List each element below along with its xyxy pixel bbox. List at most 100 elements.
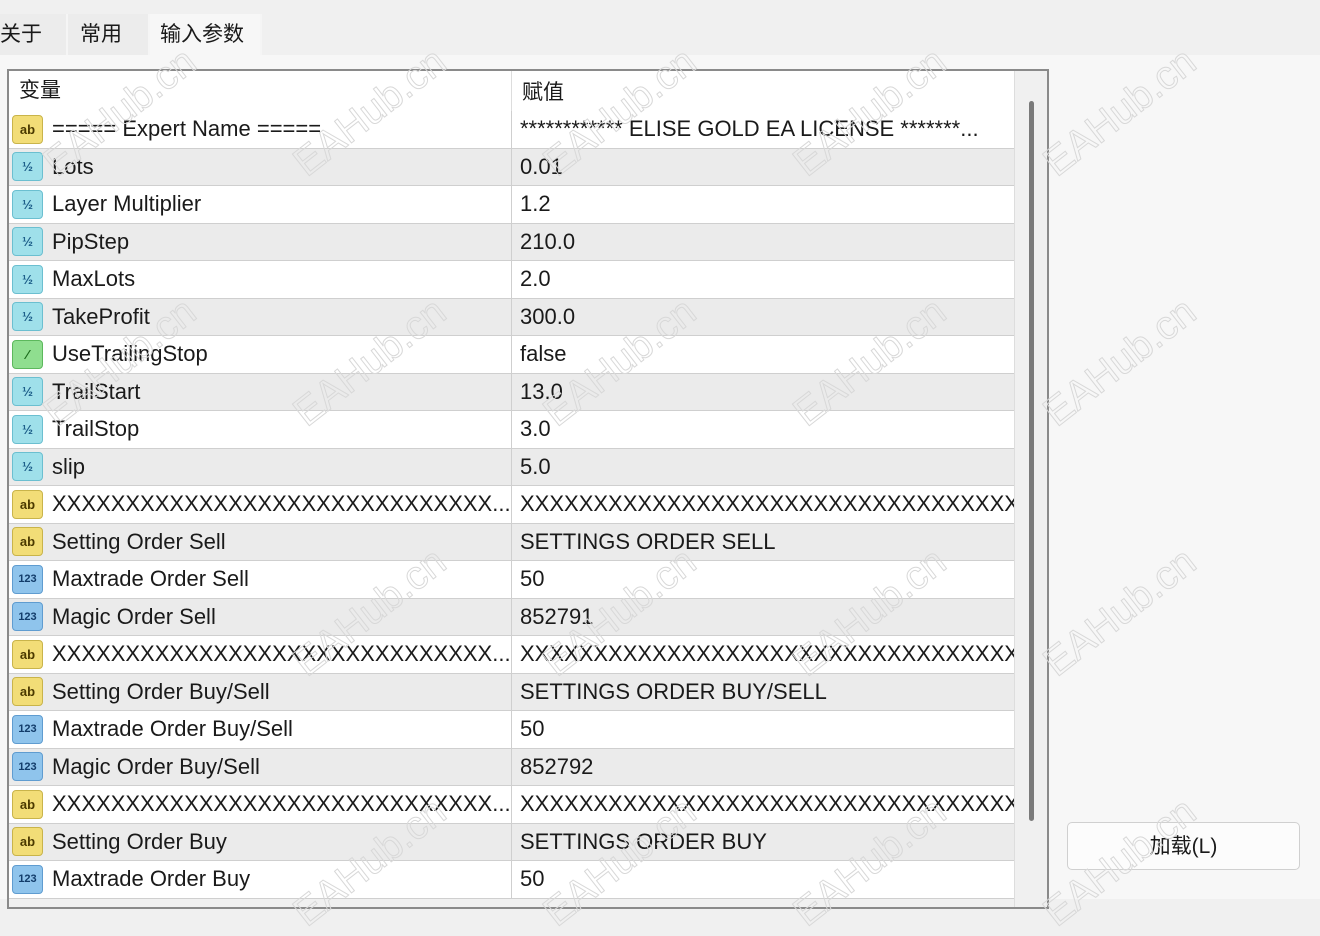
double-type-icon: ½ [12,377,43,407]
variable-cell[interactable]: ab Setting Order Sell [9,523,512,560]
variable-name: MaxLots [52,266,136,292]
value-cell[interactable]: 210.0 [512,224,1014,261]
variable-cell[interactable]: ab Setting Order Buy/Sell [9,673,512,710]
table-row[interactable]: ½ MaxLots 2.0 [9,261,1014,299]
value-cell[interactable]: ************ ELISE GOLD EA LICENSE *****… [512,111,1014,148]
variable-name: ===== Expert Name ===== [52,116,322,142]
value-cell[interactable]: 5.0 [512,449,1014,486]
table-row[interactable]: ab ===== Expert Name ===== ************ EL… [9,111,1014,149]
variable-cell[interactable]: ½ slip [9,448,512,485]
variable-name: TrailStop [52,416,140,442]
table-row[interactable]: ab XXXXXXXXXXXXXXXXXXXXXXXXXXXXXX... XXXXX… [9,786,1014,824]
variable-cell[interactable]: 123 Maxtrade Order Sell [9,561,512,598]
variable-name: Magic Order Buy/Sell [52,753,260,779]
table-row[interactable]: ½ TakeProfit 300.0 [9,298,1014,336]
variable-cell[interactable]: ½ TakeProfit [9,298,512,335]
tab-about[interactable]: 关于 [0,14,68,55]
table-row[interactable]: 123 Maxtrade Order Buy 50 [9,861,1014,899]
table-row[interactable]: 123 Magic Order Buy/Sell 852792 [9,748,1014,786]
double-type-icon: ½ [12,302,43,332]
value-cell[interactable]: 300.0 [512,299,1014,336]
integer-type-icon: 123 [12,864,43,894]
variable-cell[interactable]: ab XXXXXXXXXXXXXXXXXXXXXXXXXXXXXX... [9,786,512,823]
value-cell[interactable]: SETTINGS ORDER SELL [512,524,1014,561]
value-cell[interactable]: XXXXXXXXXXXXXXXXXXXXXXXXXXXXXXXXXX [512,786,1014,823]
double-type-icon: ½ [12,452,43,482]
value-cell[interactable]: 50 [512,561,1014,598]
value-cell[interactable]: 50 [512,861,1014,898]
variable-name: slip [52,453,86,479]
string-type-icon: ab [12,789,43,819]
variable-name: Lots [52,153,94,179]
table-row[interactable]: ½ slip 5.0 [9,448,1014,486]
value-cell[interactable]: XXXXXXXXXXXXXXXXXXXXXXXXXXXXXXXXXX [512,486,1014,523]
string-type-icon: ab [12,827,43,857]
value-cell[interactable]: 50 [512,711,1014,748]
parameters-table: 变量 赋值 ab ===== Expert Name ===== *********… [7,69,1049,909]
value-cell[interactable]: XXXXXXXXXXXXXXXXXXXXXXXXXXXXXXXXXX [512,636,1014,673]
variable-name: TakeProfit [52,303,150,329]
tab-bar: 关于 常用 输入参数 [0,14,262,55]
table-row[interactable]: ½ TrailStop 3.0 [9,411,1014,449]
value-cell[interactable]: 852791 [512,599,1014,636]
variable-cell[interactable]: ½ TrailStop [9,411,512,448]
variable-name: TrailStart [52,378,141,404]
variable-cell[interactable]: 123 Magic Order Sell [9,598,512,635]
column-header-value[interactable]: 赋值 [512,71,564,111]
table-row[interactable]: 123 Magic Order Sell 852791 [9,598,1014,636]
double-type-icon: ½ [12,227,43,257]
table-row[interactable]: 123 Maxtrade Order Sell 50 [9,561,1014,599]
table-row[interactable]: ½ Layer Multiplier 1.2 [9,186,1014,224]
table-row[interactable]: ab Setting Order Buy/Sell SETTINGS ORDER B… [9,673,1014,711]
table-row[interactable]: ½ Lots 0.01 [9,148,1014,186]
variable-name: Maxtrade Order Sell [52,566,249,592]
variable-name: XXXXXXXXXXXXXXXXXXXXXXXXXXXXXX... [52,791,511,817]
variable-cell[interactable]: ab XXXXXXXXXXXXXXXXXXXXXXXXXXXXXX... [9,486,512,523]
table-body: ab ===== Expert Name ===== ************ EL… [9,111,1014,899]
variable-cell[interactable]: 123 Maxtrade Order Buy [9,861,512,898]
load-button[interactable]: 加载(L) [1067,822,1300,870]
table-row[interactable]: ⁄ UseTrailingStop false [9,336,1014,374]
value-cell[interactable]: false [512,336,1014,373]
variable-cell[interactable]: ⁄ UseTrailingStop [9,336,512,373]
variable-cell[interactable]: 123 Maxtrade Order Buy/Sell [9,711,512,748]
table-row[interactable]: 123 Maxtrade Order Buy/Sell 50 [9,711,1014,749]
value-cell[interactable]: 0.01 [512,149,1014,186]
variable-cell[interactable]: ab XXXXXXXXXXXXXXXXXXXXXXXXXXXXXX... [9,636,512,673]
variable-cell[interactable]: ½ Lots [9,148,512,185]
variable-cell[interactable]: ½ Layer Multiplier [9,186,512,223]
integer-type-icon: 123 [12,752,43,782]
table-row[interactable]: ab Setting Order Buy SETTINGS ORDER BUY [9,823,1014,861]
value-cell[interactable]: 1.2 [512,186,1014,223]
string-type-icon: ab [12,489,43,519]
tab-inputs[interactable]: 输入参数 [150,14,262,55]
variable-cell[interactable]: ½ PipStep [9,223,512,260]
string-type-icon: ab [12,677,43,707]
variable-name: XXXXXXXXXXXXXXXXXXXXXXXXXXXXXX... [52,641,511,667]
tab-common[interactable]: 常用 [68,14,150,55]
table-row[interactable]: ½ TrailStart 13.0 [9,373,1014,411]
variable-cell[interactable]: ab ===== Expert Name ===== [9,111,512,148]
double-type-icon: ½ [12,152,43,182]
variable-cell[interactable]: ½ TrailStart [9,373,512,410]
column-header-variable[interactable]: 变量 [9,71,512,111]
table-row[interactable]: ab Setting Order Sell SETTINGS ORDER SELL [9,523,1014,561]
variable-name: Layer Multiplier [52,191,202,217]
variable-cell[interactable]: ab Setting Order Buy [9,823,512,860]
table-row[interactable]: ½ PipStep 210.0 [9,223,1014,261]
variable-cell[interactable]: ½ MaxLots [9,261,512,298]
integer-type-icon: 123 [12,714,43,744]
table-row[interactable]: ab XXXXXXXXXXXXXXXXXXXXXXXXXXXXXX... XXXXX… [9,636,1014,674]
value-cell[interactable]: 852792 [512,749,1014,786]
value-cell[interactable]: 2.0 [512,261,1014,298]
string-type-icon: ab [12,639,43,669]
value-cell[interactable]: 3.0 [512,411,1014,448]
variable-name: Setting Order Sell [52,528,226,554]
value-cell[interactable]: SETTINGS ORDER BUY/SELL [512,674,1014,711]
scrollbar-thumb[interactable] [1029,101,1034,821]
variable-cell[interactable]: 123 Magic Order Buy/Sell [9,748,512,785]
vertical-scrollbar[interactable] [1014,71,1047,907]
table-row[interactable]: ab XXXXXXXXXXXXXXXXXXXXXXXXXXXXXX... XXXXX… [9,486,1014,524]
value-cell[interactable]: SETTINGS ORDER BUY [512,824,1014,861]
value-cell[interactable]: 13.0 [512,374,1014,411]
